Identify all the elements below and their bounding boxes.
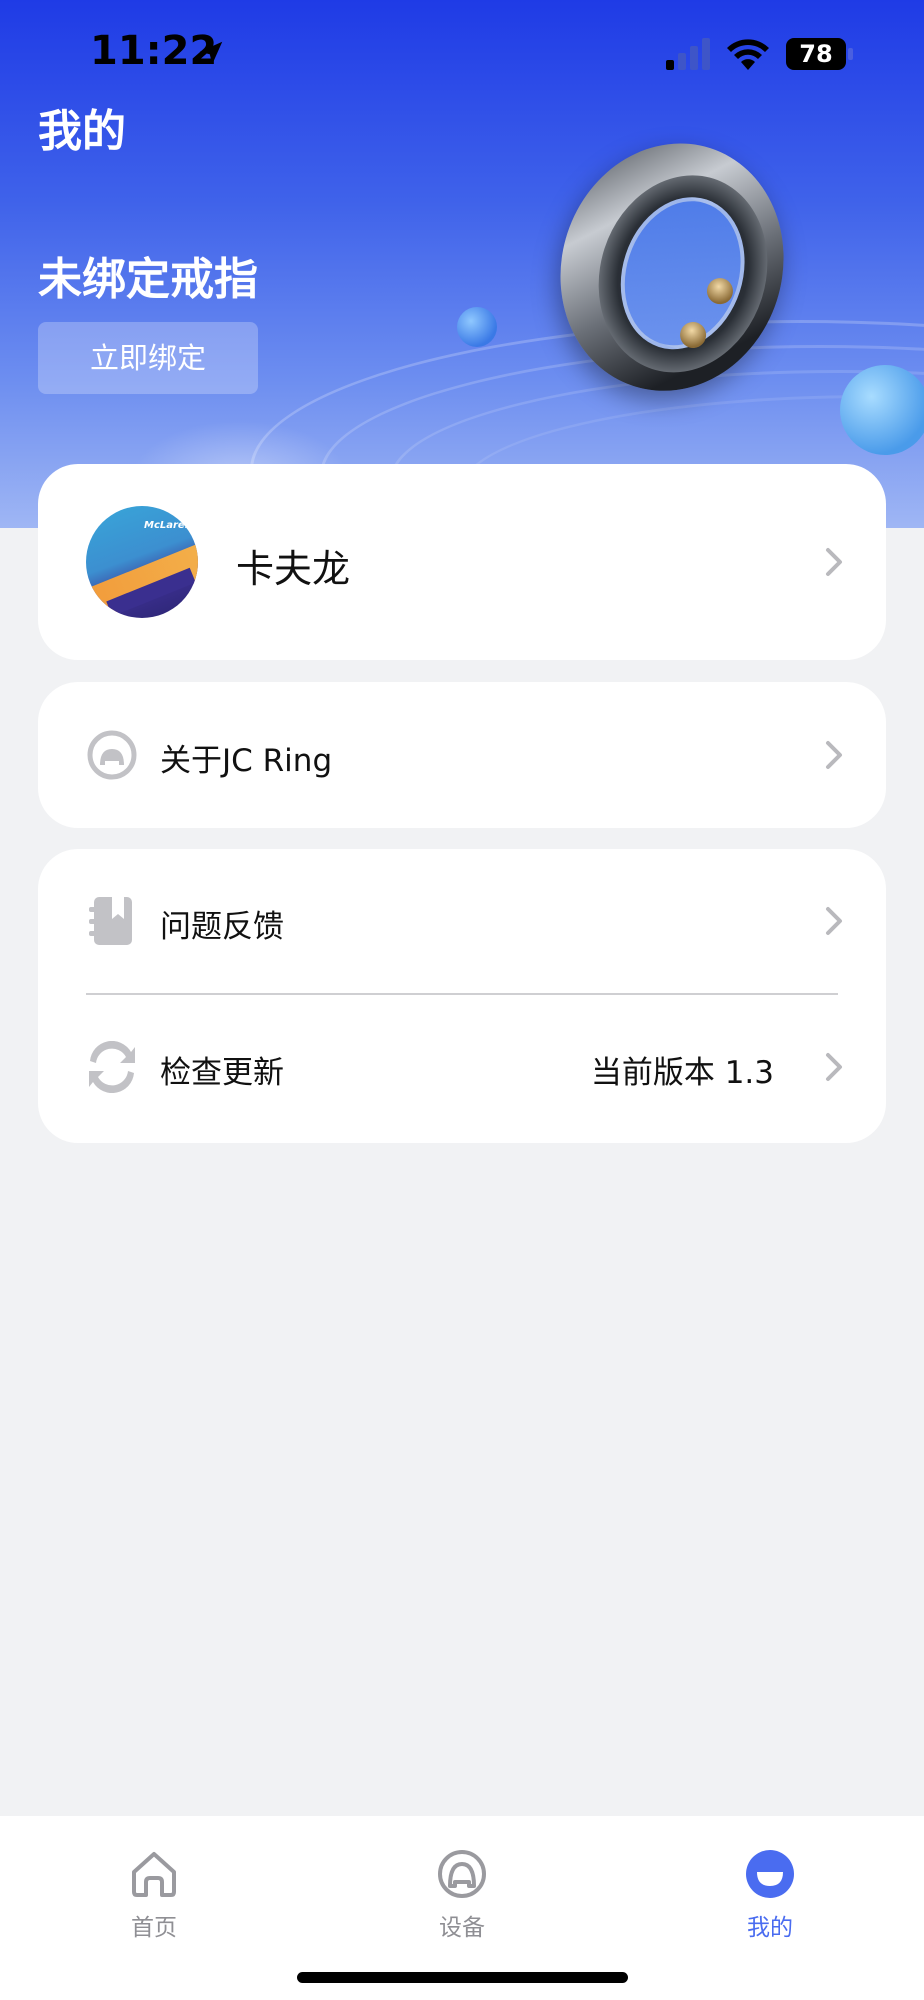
- profile-face-icon: [746, 1850, 794, 1898]
- decorative-bubble: [840, 365, 924, 455]
- ring-device-icon: [438, 1850, 486, 1898]
- feedback-row[interactable]: 问题反馈: [38, 849, 886, 993]
- check-update-row[interactable]: 检查更新 当前版本 1.3: [38, 995, 886, 1143]
- decorative-bubble: [457, 307, 497, 347]
- home-icon: [132, 1852, 176, 1897]
- bind-now-button[interactable]: 立即绑定: [38, 322, 258, 394]
- about-card[interactable]: 关于JC Ring: [38, 682, 886, 828]
- check-update-label: 检查更新: [160, 1055, 284, 1091]
- feedback-label: 问题反馈: [160, 909, 284, 945]
- ring-device-icon: [87, 730, 137, 780]
- location-arrow-icon: [199, 41, 223, 65]
- chevron-right-icon: [826, 741, 842, 769]
- about-label: 关于JC Ring: [160, 743, 333, 779]
- cellular-signal-icon: [666, 38, 710, 70]
- header-banner: 11:22 78 我的 未绑定戒指 立即绑定: [0, 0, 924, 528]
- ring-status-title: 未绑定戒指: [38, 254, 258, 305]
- profile-card[interactable]: McLaren 卡夫龙: [38, 464, 886, 660]
- chevron-right-icon: [826, 1053, 842, 1081]
- battery-level: 78: [799, 40, 833, 68]
- feedback-notebook-icon: [89, 897, 132, 945]
- tab-home[interactable]: 首页: [74, 1830, 234, 1941]
- tab-mine[interactable]: 我的: [690, 1830, 850, 1941]
- page-title: 我的: [38, 106, 126, 157]
- home-indicator[interactable]: [297, 1972, 628, 1983]
- status-bar: 11:22 78: [0, 0, 924, 100]
- tab-mine-label: 我的: [747, 1915, 793, 1941]
- chevron-right-icon: [826, 548, 842, 576]
- current-version-value: 当前版本 1.3: [590, 1055, 774, 1091]
- chevron-right-icon: [826, 907, 842, 935]
- refresh-icon: [89, 1041, 135, 1093]
- battery-icon: 78: [786, 38, 853, 70]
- settings-card: 问题反馈 检查更新 当前版本 1.3: [38, 849, 886, 1143]
- tab-device-label: 设备: [439, 1915, 485, 1941]
- tab-home-label: 首页: [131, 1915, 177, 1941]
- profile-name: 卡夫龙: [236, 547, 351, 591]
- profile-page: 11:22 78 我的 未绑定戒指 立即绑定 McLaren 卡夫龙 关于JC …: [0, 0, 924, 2000]
- avatar: McLaren: [86, 506, 198, 618]
- tab-device[interactable]: 设备: [382, 1830, 542, 1941]
- wifi-icon: [727, 39, 769, 70]
- avatar-brand-text: McLaren: [144, 520, 192, 531]
